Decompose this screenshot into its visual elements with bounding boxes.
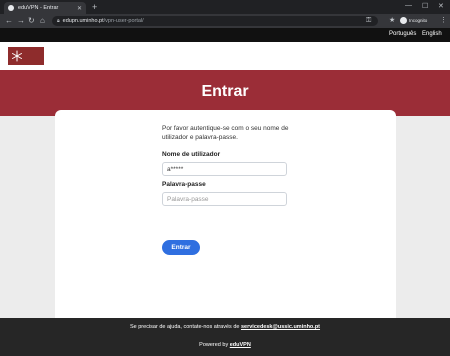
site-footer: Se precisar de ajuda, contate-nos atravé… (0, 318, 450, 356)
back-icon[interactable]: ← (5, 16, 13, 26)
powered-by: Powered by eduVPN (0, 342, 450, 348)
close-tab-icon[interactable]: ✕ (77, 5, 82, 12)
lang-english[interactable]: English (422, 31, 442, 37)
login-intro: Por favor autentique-se com o seu nome d… (162, 125, 289, 141)
browser-tab[interactable]: eduVPN - Entrar ✕ (4, 2, 86, 14)
tab-title: eduVPN - Entrar (18, 5, 59, 11)
forward-icon[interactable]: → (17, 16, 25, 26)
lang-portuguese[interactable]: Português (389, 31, 416, 37)
help-text: Se precisar de ajuda, contate-nos atravé… (0, 324, 450, 330)
reload-icon[interactable]: ↻ (28, 16, 35, 26)
logo-emblem-icon (12, 50, 22, 62)
browser-toolbar: ← → ↻ ⌂ 🔒︎ edupn.uminho.pt /vpn-user-por… (0, 14, 450, 28)
key-icon[interactable]: ⚿ (366, 16, 371, 26)
menu-icon[interactable]: ⋮ (440, 16, 447, 26)
web-page: Português English Entrar Por favor auten… (0, 28, 450, 356)
minimize-icon[interactable]: — (405, 2, 412, 9)
username-label: Nome de utilizador (162, 151, 221, 158)
bookmark-star-icon[interactable]: ★ (389, 16, 395, 26)
page-title: Entrar (201, 83, 249, 100)
incognito-icon (400, 17, 407, 24)
new-tab-icon[interactable]: + (92, 3, 97, 12)
language-bar: Português English (0, 28, 450, 42)
login-card: Por favor autentique-se com o seu nome d… (55, 110, 396, 324)
help-email-link[interactable]: servicedesk@ussic.uminho.pt (241, 324, 320, 330)
university-logo[interactable] (8, 47, 44, 65)
eduvpn-link[interactable]: eduVPN (230, 342, 251, 348)
incognito-label: Incognito (409, 18, 428, 23)
url-host: edupn.uminho.pt (62, 18, 104, 24)
maximize-icon[interactable]: ☐ (422, 2, 428, 10)
address-bar[interactable]: 🔒︎ edupn.uminho.pt /vpn-user-portal/ (52, 16, 378, 26)
close-window-icon[interactable]: ✕ (438, 2, 444, 10)
username-field[interactable] (162, 162, 287, 176)
url-path: /vpn-user-portal/ (103, 18, 144, 24)
login-button[interactable]: Entrar (162, 240, 200, 255)
favicon-icon (8, 5, 14, 11)
browser-tabstrip: eduVPN - Entrar ✕ + — ☐ ✕ (0, 0, 450, 14)
password-field[interactable] (162, 192, 287, 206)
password-label: Palavra-passe (162, 181, 206, 188)
site-header (0, 42, 450, 70)
lock-icon[interactable]: 🔒︎ (57, 18, 60, 24)
help-prefix: Se precisar de ajuda, contate-nos atravé… (129, 324, 240, 330)
home-icon[interactable]: ⌂ (40, 16, 45, 26)
incognito-indicator[interactable]: Incognito (400, 17, 427, 24)
powered-prefix: Powered by (199, 342, 229, 348)
